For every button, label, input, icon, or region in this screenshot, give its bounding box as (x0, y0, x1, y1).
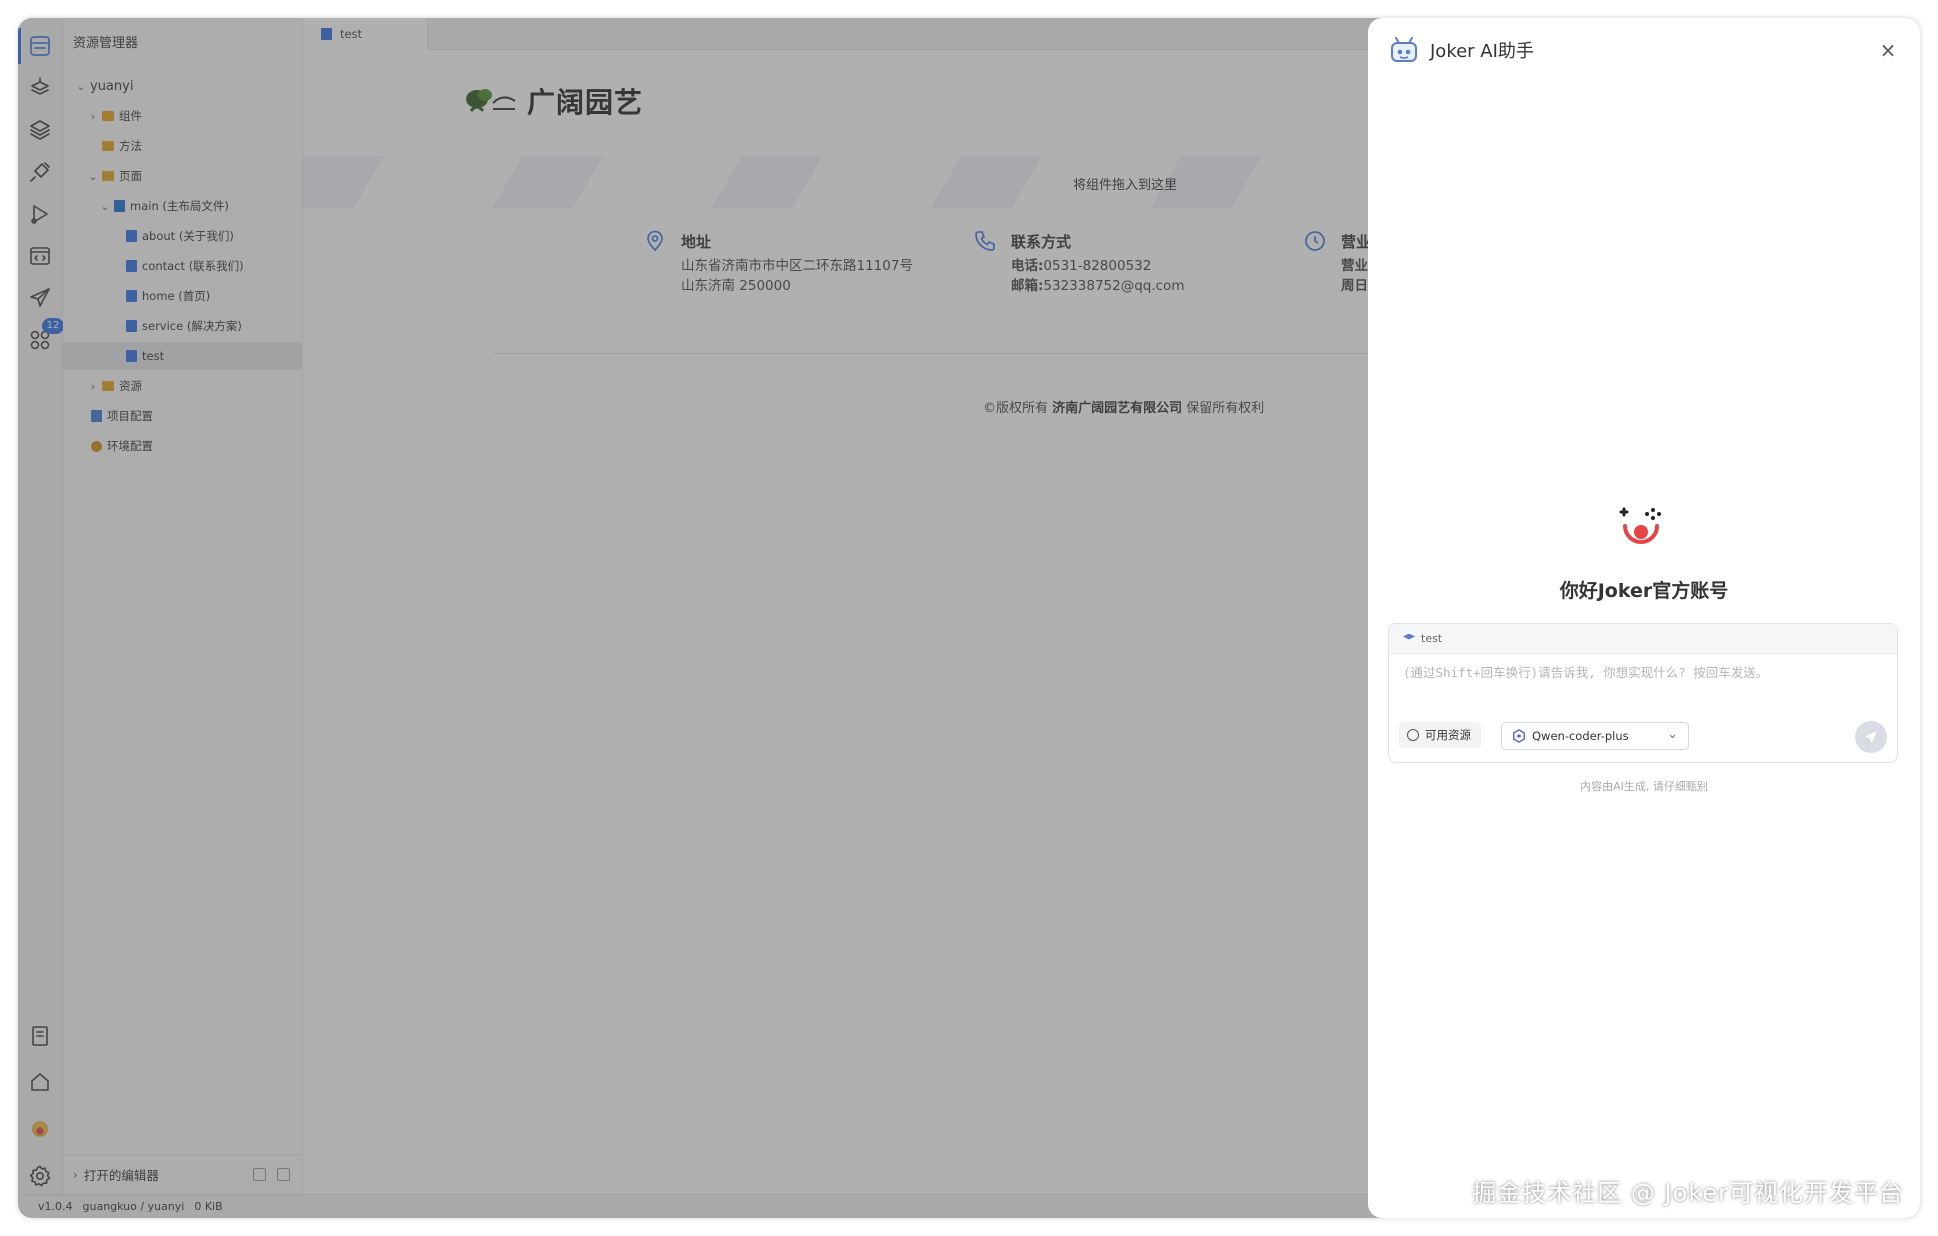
resources-button[interactable]: 可用资源 (1399, 722, 1481, 748)
model-select[interactable]: Qwen-coder-plus ⌄ (1501, 722, 1689, 750)
ai-panel-title: Joker AI助手 (1430, 41, 1534, 62)
prompt-input[interactable]: (通过Shift+回车换行)请告诉我, 你想实现什么? 按回车发送。 (1403, 662, 1883, 681)
watermark: 掘金技术社区 @ Joker可视化开发平台 (1472, 1179, 1904, 1207)
send-icon (1865, 731, 1877, 743)
model-name: Qwen-coder-plus (1532, 729, 1629, 743)
robot-icon (1391, 37, 1417, 62)
context-tag-label: test (1421, 632, 1443, 645)
resources-icon (1407, 729, 1419, 741)
ai-input-box: test (通过Shift+回车换行)请告诉我, 你想实现什么? 按回车发送。 … (1388, 623, 1898, 763)
ai-panel-header: Joker AI助手 (1388, 34, 1534, 66)
layers-icon (1403, 633, 1415, 640)
qwen-icon (1513, 729, 1525, 743)
context-tag[interactable]: test (1389, 624, 1897, 654)
close-icon[interactable]: × (1878, 40, 1898, 60)
chevron-down-icon: ⌄ (1667, 727, 1678, 742)
app-window: 12 资源管理器 ⌄ yuanyi › 组件 方法 ⌄ 页面 ⌄ main (主… (18, 18, 1920, 1218)
joker-mascot-icon (1619, 507, 1661, 544)
ai-greeting: 你好Joker官方账号 (1559, 580, 1729, 602)
ai-disclaimer: 内容由AI生成, 请仔细甄别 (1580, 780, 1708, 793)
send-button[interactable] (1855, 721, 1887, 753)
resources-label: 可用资源 (1425, 728, 1471, 742)
ai-assistant-panel: Joker AI助手 × 你好Joker官方账号 test (通过Shift+回… (1368, 18, 1920, 1218)
